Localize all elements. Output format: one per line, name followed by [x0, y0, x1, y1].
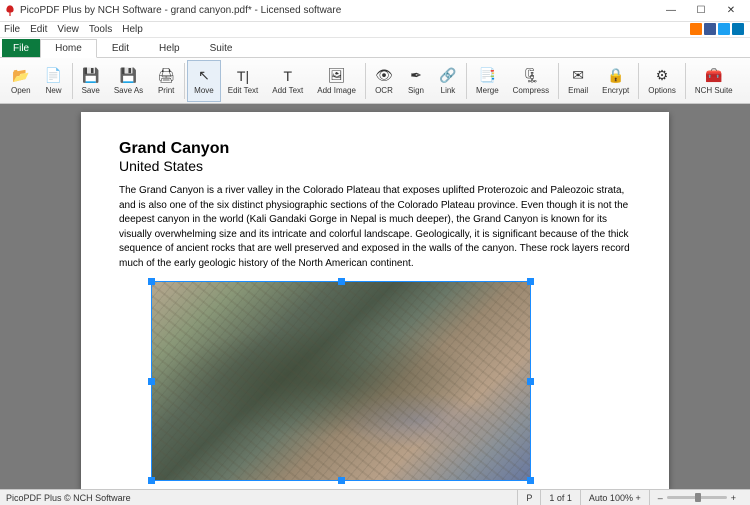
maximize-button[interactable]: ☐	[686, 1, 716, 21]
resize-handle-ml[interactable]	[148, 378, 155, 385]
move-button[interactable]: ↖Move	[187, 60, 221, 102]
nchsuite-button[interactable]: 🧰NCH Suite	[688, 60, 740, 102]
status-copyright: PicoPDF Plus © NCH Software	[6, 493, 517, 503]
thumbs-icon[interactable]	[690, 23, 702, 35]
resize-handle-tr[interactable]	[527, 278, 534, 285]
separator	[558, 63, 559, 99]
tab-help[interactable]: Help	[144, 39, 195, 57]
sign-button[interactable]: ✒Sign	[400, 60, 432, 102]
workspace[interactable]: Grand Canyon United States The Grand Can…	[0, 104, 750, 489]
separator	[72, 63, 73, 99]
toolbar: 📂Open 📄New 💾Save 💾Save As 🖨Print ↖Move T…	[0, 58, 750, 104]
addtext-button[interactable]: TAdd Text	[265, 60, 310, 102]
zoom-thumb[interactable]	[695, 493, 701, 502]
menu-edit[interactable]: Edit	[30, 24, 47, 35]
separator	[184, 63, 185, 99]
separator	[466, 63, 467, 99]
save-button[interactable]: 💾Save	[75, 60, 107, 102]
resize-handle-tm[interactable]	[338, 278, 345, 285]
page-indicator[interactable]: 1 of 1	[540, 490, 580, 505]
email-button[interactable]: ✉Email	[561, 60, 595, 102]
cursor-icon: ↖	[195, 67, 213, 85]
compress-button[interactable]: 🗜Compress	[506, 60, 556, 102]
title-bar: PicoPDF Plus by NCH Software - grand can…	[0, 0, 750, 22]
selected-image[interactable]	[151, 281, 531, 481]
print-button[interactable]: 🖨Print	[150, 60, 182, 102]
tab-home[interactable]: Home	[40, 39, 97, 58]
link-icon: 🔗	[439, 67, 457, 85]
resize-handle-bm[interactable]	[338, 477, 345, 484]
menu-file[interactable]: File	[4, 24, 20, 35]
open-button[interactable]: 📂Open	[4, 60, 38, 102]
lock-icon: 🔒	[607, 67, 625, 85]
merge-button[interactable]: 📑Merge	[469, 60, 506, 102]
resize-handle-mr[interactable]	[527, 378, 534, 385]
zoom-out-button[interactable]: –	[658, 493, 663, 503]
pdf-page[interactable]: Grand Canyon United States The Grand Can…	[81, 112, 669, 489]
edittext-button[interactable]: T|Edit Text	[221, 60, 266, 102]
separator	[638, 63, 639, 99]
suite-icon: 🧰	[705, 67, 723, 85]
zoom-slider[interactable]	[667, 496, 727, 499]
saveas-icon: 💾	[119, 67, 137, 85]
close-button[interactable]: ✕	[716, 1, 746, 21]
canyon-photo	[152, 282, 530, 480]
resize-handle-bl[interactable]	[148, 477, 155, 484]
separator	[365, 63, 366, 99]
zoom-controls: – +	[649, 490, 744, 505]
merge-icon: 📑	[478, 67, 496, 85]
add-text-icon: T	[279, 67, 297, 85]
doc-heading: Grand Canyon	[119, 140, 631, 158]
options-button[interactable]: ⚙Options	[641, 60, 683, 102]
add-image-icon: 🖼	[328, 67, 346, 85]
linkedin-icon[interactable]	[732, 23, 744, 35]
gear-icon: ⚙	[653, 67, 671, 85]
ocr-icon: 👁	[375, 67, 393, 85]
app-icon	[4, 5, 16, 17]
ribbon-tabs: File Home Edit Help Suite	[0, 38, 750, 58]
new-button[interactable]: 📄New	[38, 60, 70, 102]
print-icon: 🖨	[157, 67, 175, 85]
resize-handle-tl[interactable]	[148, 278, 155, 285]
menu-tools[interactable]: Tools	[89, 24, 112, 35]
zoom-in-button[interactable]: +	[731, 493, 736, 503]
ocr-button[interactable]: 👁OCR	[368, 60, 400, 102]
zoom-indicator: Auto 100% +	[580, 490, 649, 505]
status-p: P	[517, 490, 540, 505]
edit-text-icon: T|	[234, 67, 252, 85]
status-bar: PicoPDF Plus © NCH Software P 1 of 1 Aut…	[0, 489, 750, 505]
resize-handle-br[interactable]	[527, 477, 534, 484]
twitter-icon[interactable]	[718, 23, 730, 35]
doc-paragraph: The Grand Canyon is a river valley in th…	[119, 184, 631, 271]
separator	[685, 63, 686, 99]
menu-bar: File Edit View Tools Help	[0, 22, 750, 38]
new-file-icon: 📄	[45, 67, 63, 85]
link-button[interactable]: 🔗Link	[432, 60, 464, 102]
compress-icon: 🗜	[522, 67, 540, 85]
doc-subheading: United States	[119, 158, 631, 174]
window-title: PicoPDF Plus by NCH Software - grand can…	[20, 5, 656, 16]
tab-suite[interactable]: Suite	[195, 39, 248, 57]
menu-help[interactable]: Help	[122, 24, 143, 35]
encrypt-button[interactable]: 🔒Encrypt	[595, 60, 636, 102]
saveas-button[interactable]: 💾Save As	[107, 60, 150, 102]
tab-edit[interactable]: Edit	[97, 39, 144, 57]
save-icon: 💾	[82, 67, 100, 85]
sign-icon: ✒	[407, 67, 425, 85]
tab-file[interactable]: File	[2, 39, 40, 57]
menu-view[interactable]: View	[57, 24, 79, 35]
addimage-button[interactable]: 🖼Add Image	[310, 60, 363, 102]
email-icon: ✉	[569, 67, 587, 85]
minimize-button[interactable]: —	[656, 1, 686, 21]
facebook-icon[interactable]	[704, 23, 716, 35]
social-icons	[690, 23, 744, 35]
folder-open-icon: 📂	[12, 67, 30, 85]
